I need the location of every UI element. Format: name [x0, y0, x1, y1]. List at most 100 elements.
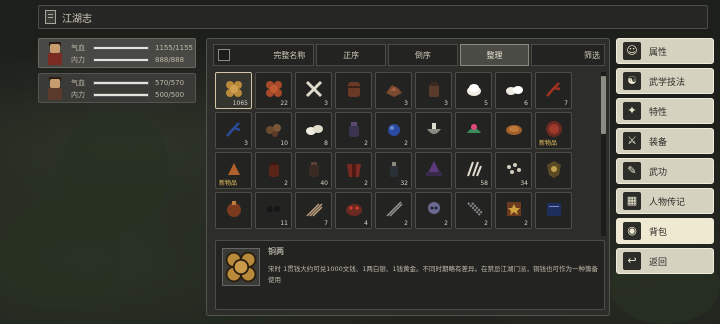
scrollbar[interactable] [601, 72, 606, 236]
return-icon: ↩ [623, 252, 641, 270]
red-beast-icon [344, 199, 364, 219]
inventory-slot[interactable]: 1065 [215, 72, 252, 109]
inventory-slot[interactable]: 4 [335, 192, 372, 229]
biography-icon: ▦ [623, 192, 641, 210]
inventory-slot[interactable]: 3 [375, 72, 412, 109]
copper-coins-icon [264, 79, 284, 99]
tab-filter[interactable]: 筛选 [531, 44, 605, 66]
inventory-slot[interactable]: 2 [335, 152, 372, 189]
inventory-slot[interactable]: 40 [295, 152, 332, 189]
dumplings-icon [504, 79, 524, 99]
inventory-slot[interactable]: 22 [255, 72, 292, 109]
pouch-icon [224, 199, 244, 219]
inventory-slot[interactable] [535, 192, 572, 229]
tab-tidy[interactable]: 整理 [459, 44, 530, 66]
roast-meat-icon [504, 119, 524, 139]
item-quantity: 2 [404, 220, 408, 227]
tab-ascending[interactable]: 正序 [316, 44, 386, 66]
arrows-icon [304, 199, 324, 219]
menu-label: 武功 [649, 167, 668, 178]
inventory-slot[interactable] [535, 152, 572, 189]
inventory-slot[interactable]: 2 [495, 192, 532, 229]
inventory-slot[interactable]: 34 [495, 152, 532, 189]
inventory-slot[interactable]: 3 [295, 72, 332, 109]
inventory-slot[interactable]: 11 [255, 192, 292, 229]
red-jar-icon [264, 159, 284, 179]
item-quantity: 2 [524, 220, 528, 227]
red-branch-icon [544, 79, 564, 99]
selected-item-icon [222, 248, 260, 286]
neili-bar [93, 57, 149, 62]
inventory-slot[interactable] [415, 152, 452, 189]
menu-traits[interactable]: ✦ 特性 [616, 98, 714, 124]
item-quantity: 3 [404, 100, 408, 107]
menu-label: 返回 [649, 257, 668, 268]
item-description-text: 宋时 1贯钱大约可兑1000文钱、1两白银、1钱黄金。不同时期略有差异。在禁忌江… [268, 265, 599, 284]
inventory-slot[interactable] [495, 112, 532, 149]
item-quantity: 2 [364, 140, 368, 147]
scroll-box-icon [504, 199, 524, 219]
inventory-slot[interactable]: 5 [455, 72, 492, 109]
menu-manual[interactable]: ✎ 武功 [616, 158, 714, 184]
menu-character[interactable]: ☺ 属性 [616, 38, 714, 64]
item-quantity: 1065 [232, 100, 248, 107]
inventory-slot[interactable] [455, 112, 492, 149]
inventory-slot[interactable]: 2 [255, 152, 292, 189]
ore-icon [384, 79, 404, 99]
qi-value: 570/570 [155, 78, 185, 87]
party-member-1[interactable]: 气血 1155/1155 内力 888/888 [38, 38, 196, 68]
brown-seeds-icon [264, 119, 284, 139]
qi-label: 气血 [71, 43, 85, 52]
tab-descending[interactable]: 倒序 [388, 44, 458, 66]
party-member-2[interactable]: 气血 570/570 内力 500/500 [38, 73, 196, 103]
inventory-slot[interactable] [415, 112, 452, 149]
claw-icon [224, 159, 244, 179]
item-quantity: 6 [524, 100, 528, 107]
item-quantity: 7 [564, 100, 568, 107]
menu-return[interactable]: ↩ 返回 [616, 248, 714, 274]
menu-biography[interactable]: ▦ 人物传记 [616, 188, 714, 214]
inventory-slot[interactable]: 32 [375, 152, 412, 189]
menu-martial-arts[interactable]: ☯ 武学技法 [616, 68, 714, 94]
avatar [43, 76, 67, 101]
inventory-slot[interactable]: 3 [415, 72, 452, 109]
menu-bag[interactable]: ◉ 背包 [616, 218, 714, 244]
inventory-slot[interactable]: 2 [415, 192, 452, 229]
qi-bar [93, 45, 149, 50]
inventory-panel: 完整名称 正序 倒序 整理 筛选 1065 22 3 3 3 5 6 7 3 10 8 2 2 新物品 新物… [206, 38, 610, 316]
red-bowl-icon [544, 119, 564, 139]
scrollbar-thumb[interactable] [601, 76, 606, 134]
inventory-slot[interactable]: 2 [455, 192, 492, 229]
inventory-slot[interactable]: 2 [375, 192, 412, 229]
shield-icon [544, 159, 564, 179]
tab-complete-name[interactable]: 完整名称 [213, 44, 315, 66]
inventory-slot[interactable]: 新物品 [215, 152, 252, 189]
feathers-icon [464, 159, 484, 179]
menu-label: 人物传记 [649, 197, 686, 208]
qi-label: 气血 [71, 78, 85, 87]
menu-sword[interactable]: ⚔ 装备 [616, 128, 714, 154]
complete-name-checkbox[interactable] [218, 49, 230, 61]
blue-branch-icon [224, 119, 244, 139]
new-item-tag: 新物品 [219, 180, 238, 187]
inventory-slot[interactable]: 6 [495, 72, 532, 109]
inventory-slot[interactable] [215, 192, 252, 229]
inventory-slot[interactable]: 3 [215, 112, 252, 149]
item-quantity: 2 [444, 220, 448, 227]
character-icon: ☺ [623, 42, 641, 60]
inventory-slot[interactable]: 58 [455, 152, 492, 189]
blue-book-icon [544, 199, 564, 219]
inventory-slot[interactable]: 新物品 [535, 112, 572, 149]
item-quantity: 32 [400, 180, 408, 187]
inventory-slot[interactable]: 2 [335, 112, 372, 149]
inventory-slot[interactable]: 10 [255, 112, 292, 149]
item-quantity: 58 [480, 180, 488, 187]
inventory-slot[interactable] [335, 72, 372, 109]
inventory-slot[interactable]: 8 [295, 112, 332, 149]
avatar [43, 41, 67, 66]
inventory-slot[interactable]: 2 [375, 112, 412, 149]
white-buns-icon [304, 119, 324, 139]
inventory-slot[interactable]: 7 [295, 192, 332, 229]
inventory-slot[interactable]: 7 [535, 72, 572, 109]
sort-tabs: 完整名称 正序 倒序 整理 筛选 [213, 44, 605, 66]
